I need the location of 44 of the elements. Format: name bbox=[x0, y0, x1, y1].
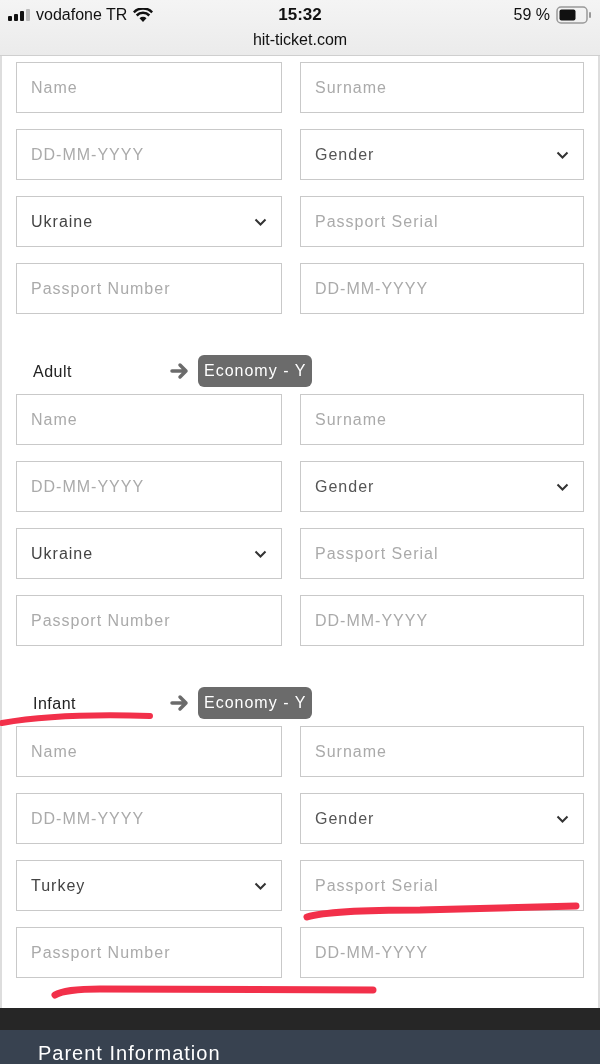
chevron-icon bbox=[556, 150, 569, 159]
chevron-icon bbox=[254, 549, 267, 558]
arrow-icon bbox=[170, 362, 190, 380]
input-field[interactable]: DD-MM-YYYY bbox=[16, 461, 282, 512]
arrow-icon bbox=[170, 694, 190, 712]
input-field[interactable]: Passport Serial bbox=[300, 196, 584, 247]
input-field[interactable]: DD-MM-YYYY bbox=[300, 595, 584, 646]
input-field[interactable]: Surname bbox=[300, 726, 584, 777]
input-field[interactable]: Name bbox=[16, 394, 282, 445]
select-field[interactable]: Ukraine bbox=[16, 196, 282, 247]
input-field[interactable]: DD-MM-YYYY bbox=[300, 927, 584, 978]
section-title: Parent Information bbox=[38, 1042, 222, 1064]
page-url[interactable]: hit-ticket.com bbox=[252, 31, 348, 49]
battery-percent: 59 % bbox=[513, 6, 550, 24]
input-field[interactable]: Surname bbox=[300, 394, 584, 445]
input-field[interactable]: Passport Serial bbox=[300, 860, 584, 911]
wifi-icon bbox=[133, 8, 154, 22]
select-field[interactable]: Ukraine bbox=[16, 528, 282, 579]
input-field[interactable]: Passport Number bbox=[16, 927, 282, 978]
input-field[interactable]: DD-MM-YYYY bbox=[16, 793, 282, 844]
select-field[interactable]: Gender bbox=[300, 461, 584, 512]
select-field[interactable]: Gender bbox=[300, 793, 584, 844]
input-field[interactable]: Surname bbox=[300, 62, 584, 113]
fare-class-badge: Economy - Y bbox=[198, 355, 313, 387]
input-field[interactable]: Name bbox=[16, 726, 282, 777]
chevron-icon bbox=[254, 217, 267, 226]
passenger-type: Infant bbox=[32, 695, 78, 713]
input-field[interactable]: Passport Number bbox=[16, 595, 282, 646]
input-field[interactable]: DD-MM-YYYY bbox=[16, 129, 282, 180]
chevron-icon bbox=[556, 482, 569, 491]
select-field[interactable]: Turkey bbox=[16, 860, 282, 911]
input-field[interactable]: Name bbox=[16, 62, 282, 113]
battery-icon bbox=[556, 6, 592, 24]
carrier-name: vodafone TR bbox=[36, 6, 128, 24]
signal-icon bbox=[8, 9, 30, 21]
input-field[interactable]: Passport Serial bbox=[300, 528, 584, 579]
chevron-icon bbox=[254, 881, 267, 890]
chevron-icon bbox=[556, 814, 569, 823]
input-field[interactable]: Passport Number bbox=[16, 263, 282, 314]
clock-time: 15:32 bbox=[278, 5, 322, 25]
input-field[interactable]: DD-MM-YYYY bbox=[300, 263, 584, 314]
passenger-type: Adult bbox=[32, 363, 73, 381]
fare-class-badge: Economy - Y bbox=[198, 687, 313, 719]
select-field[interactable]: Gender bbox=[300, 129, 584, 180]
